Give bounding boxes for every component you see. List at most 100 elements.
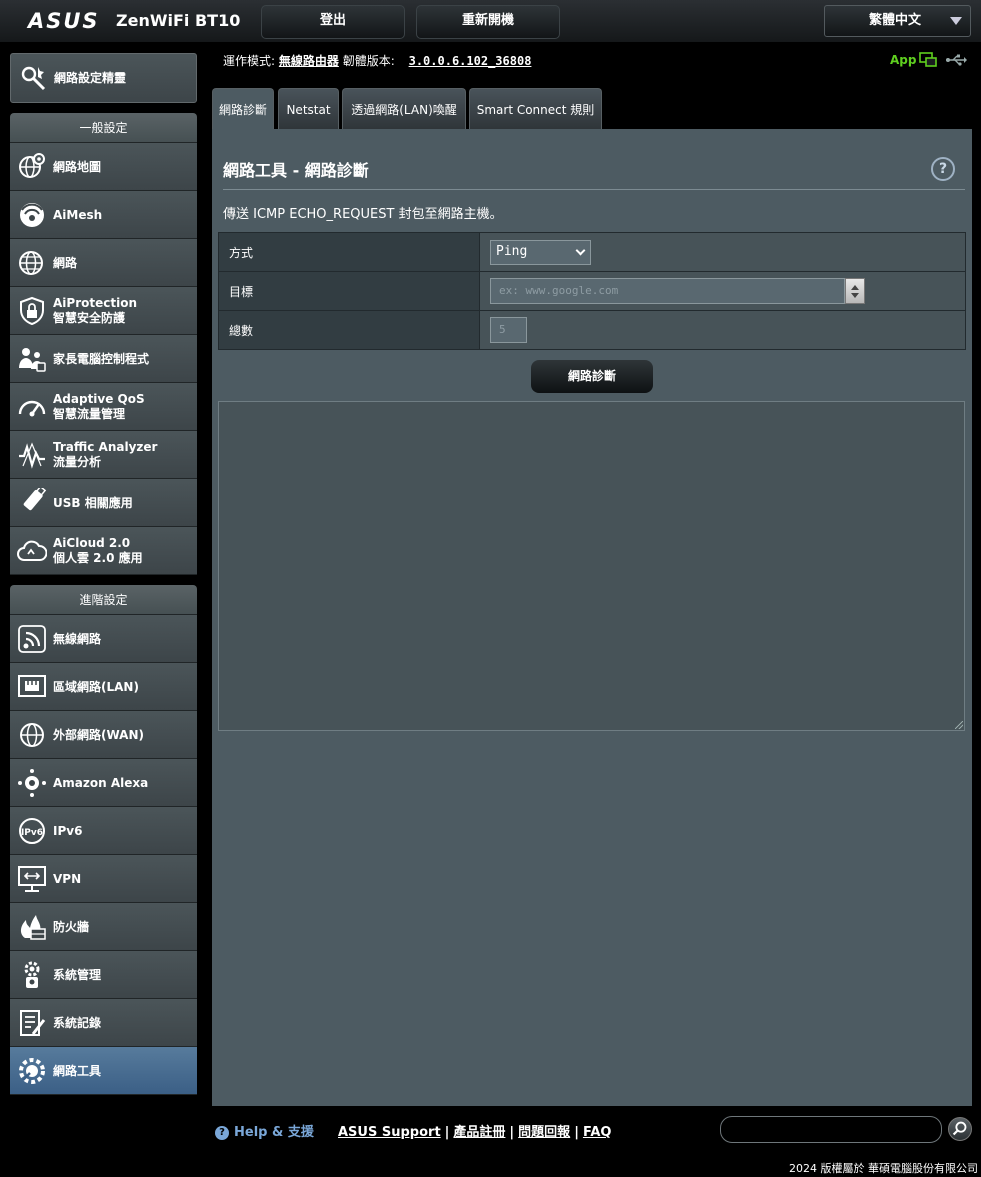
mode-label: 運作模式: xyxy=(223,54,276,68)
traffic-icon xyxy=(19,442,45,469)
result-textarea[interactable] xyxy=(218,401,965,731)
sidebar-item-label: IPv6 xyxy=(53,823,83,838)
ipv6-icon: IPv6 xyxy=(19,818,45,844)
wan-globe-icon xyxy=(20,723,44,747)
gauge-icon xyxy=(18,400,46,417)
count-cell: 5 xyxy=(479,310,966,350)
arrow-up-icon xyxy=(851,285,859,290)
sidebar-item-wizard[interactable]: 網路設定精靈 xyxy=(10,53,197,103)
language-select[interactable]: 繁體中文 xyxy=(824,5,971,37)
sidebar-item-advanced-8[interactable]: 系統記錄 xyxy=(10,999,197,1047)
diagnose-button[interactable]: 網路診斷 xyxy=(531,360,653,393)
sidebar-item-advanced-0[interactable]: 無線網路 xyxy=(10,615,197,663)
method-select[interactable]: Ping xyxy=(490,239,591,265)
advanced-settings-header: 進階設定 xyxy=(10,585,197,615)
asus-support-link[interactable]: ASUS Support xyxy=(338,1125,441,1140)
sidebar-item-label: USB 相關應用 xyxy=(53,495,133,510)
sidebar-item-advanced-1[interactable]: 區域網路(LAN) xyxy=(10,663,197,711)
target-input[interactable]: ex: www.google.com xyxy=(490,278,845,304)
product-registration-link[interactable]: 產品註冊 xyxy=(453,1125,505,1140)
target-cell: ex: www.google.com xyxy=(479,271,966,311)
tab-netstat[interactable]: Netstat xyxy=(278,88,339,129)
target-label: 目標 xyxy=(218,271,480,311)
sidebar-item-general-3[interactable]: AiProtection 智慧安全防護 xyxy=(10,287,197,335)
sidebar-item-general-6[interactable]: Traffic Analyzer 流量分析 xyxy=(10,431,197,479)
sidebar-item-sublabel: 個人雲 2.0 應用 xyxy=(53,551,143,565)
language-value: 繁體中文 xyxy=(869,13,922,28)
usb-stick-icon xyxy=(23,488,47,511)
shield-lock-icon xyxy=(20,296,44,326)
sidebar-item-sublabel: 智慧安全防護 xyxy=(53,311,126,325)
main-panel: 網路工具 - 網路診斷 ? 傳送 ICMP ECHO_REQUEST 封包至網路… xyxy=(212,129,972,1106)
help-icon[interactable]: ? xyxy=(931,157,955,181)
sidebar-item-label: 家長電腦控制程式 xyxy=(53,351,150,366)
sidebar-item-label: AiMesh xyxy=(53,207,103,222)
tab-wake-on-lan[interactable]: 透過網路(LAN)喚醒 xyxy=(342,88,466,129)
sidebar-item-advanced-5[interactable]: VPN xyxy=(10,855,197,903)
faq-link[interactable]: FAQ xyxy=(583,1125,612,1140)
count-input[interactable]: 5 xyxy=(490,317,527,343)
logout-button[interactable]: 登出 xyxy=(261,5,405,39)
sidebar-item-general-1[interactable]: AiMesh xyxy=(10,191,197,239)
sidebar-item-general-2[interactable]: 網路 xyxy=(10,239,197,287)
asus-logo: ASUS xyxy=(28,9,100,33)
sidebar-item-label: 網路設定精靈 xyxy=(54,70,127,85)
target-history-button[interactable] xyxy=(845,278,865,304)
status-line: 運作模式: 無線路由器 韌體版本: 3.0.0.6.102_36808 xyxy=(223,52,531,69)
model-name: ZenWiFi BT10 xyxy=(116,11,241,30)
globe-icon xyxy=(19,251,43,275)
sidebar-item-advanced-9[interactable]: 網路工具 xyxy=(10,1047,197,1095)
sidebar-item-label: 系統記錄 xyxy=(53,1015,102,1030)
sidebar-item-general-7[interactable]: USB 相關應用 xyxy=(10,479,197,527)
sidebar-item-label: 網路地圖 xyxy=(53,159,102,174)
firmware-link[interactable]: 3.0.0.6.102_36808 xyxy=(409,54,532,68)
footer-help-label: Help & 支援 xyxy=(234,1125,314,1140)
sidebar-item-advanced-2[interactable]: 外部網路(WAN) xyxy=(10,711,197,759)
title-divider xyxy=(223,189,965,190)
method-value: Ping xyxy=(496,243,528,259)
page-description: 傳送 ICMP ECHO_REQUEST 封包至網路主機。 xyxy=(223,207,503,222)
table-row: 目標 ex: www.google.com xyxy=(218,271,966,311)
app-devices-icon[interactable] xyxy=(919,52,937,68)
sidebar-item-general-5[interactable]: Adaptive QoS 智慧流量管理 xyxy=(10,383,197,431)
mode-link[interactable]: 無線路由器 xyxy=(279,54,339,68)
search-icon[interactable] xyxy=(948,1117,972,1141)
sidebar-item-advanced-3[interactable]: Amazon Alexa xyxy=(10,759,197,807)
footer-links: ASUS Support | 產品註冊 | 問題回報 | FAQ xyxy=(338,1125,612,1140)
search-input[interactable] xyxy=(720,1116,942,1143)
sidebar-item-general-0[interactable]: 網路地圖 xyxy=(10,143,197,191)
firmware-label: 韌體版本: xyxy=(342,54,395,68)
lan-icon xyxy=(18,675,46,697)
resize-handle[interactable] xyxy=(955,721,963,729)
sidebar-item-advanced-7[interactable]: 系統管理 xyxy=(10,951,197,999)
sidebar-item-label: Traffic Analyzer xyxy=(53,440,158,454)
vpn-icon xyxy=(18,866,46,892)
arrow-down-icon xyxy=(851,293,859,298)
tab-smart-connect-rules[interactable]: Smart Connect 規則 xyxy=(469,88,602,129)
sidebar-item-label: 網路 xyxy=(53,255,78,270)
sidebar-item-advanced-4[interactable]: IPv6 IPv6 xyxy=(10,807,197,855)
family-icon xyxy=(19,348,46,372)
footer-help[interactable]: ? Help & 支援 xyxy=(215,1121,314,1140)
feedback-link[interactable]: 問題回報 xyxy=(518,1125,570,1140)
usb-icon[interactable] xyxy=(945,54,967,66)
aimesh-icon xyxy=(20,203,44,227)
copyright: 2024 版權屬於 華碩電腦股份有限公司 xyxy=(789,1162,978,1175)
reboot-button[interactable]: 重新開機 xyxy=(416,5,560,39)
wifi-icon xyxy=(18,625,46,653)
tools-icon xyxy=(19,1058,45,1084)
sidebar-item-sublabel: 智慧流量管理 xyxy=(53,407,126,421)
sidebar-item-general-4[interactable]: 家長電腦控制程式 xyxy=(10,335,197,383)
alexa-icon xyxy=(18,769,46,797)
network-map-icon xyxy=(19,153,45,178)
table-row: 總數 5 xyxy=(218,310,966,350)
sidebar-item-advanced-6[interactable]: 防火牆 xyxy=(10,903,197,951)
table-row: 方式 Ping xyxy=(218,232,966,272)
sidebar-item-label: Amazon Alexa xyxy=(53,775,149,790)
sidebar-item-general-8[interactable]: AiCloud 2.0 個人雲 2.0 應用 xyxy=(10,527,197,575)
tab-diagnosis[interactable]: 網路診斷 xyxy=(212,88,274,129)
log-icon xyxy=(20,1010,46,1036)
sidebar-item-label: AiCloud 2.0 xyxy=(53,536,131,550)
chevron-down-icon xyxy=(575,245,586,255)
app-link[interactable]: App xyxy=(890,53,916,67)
